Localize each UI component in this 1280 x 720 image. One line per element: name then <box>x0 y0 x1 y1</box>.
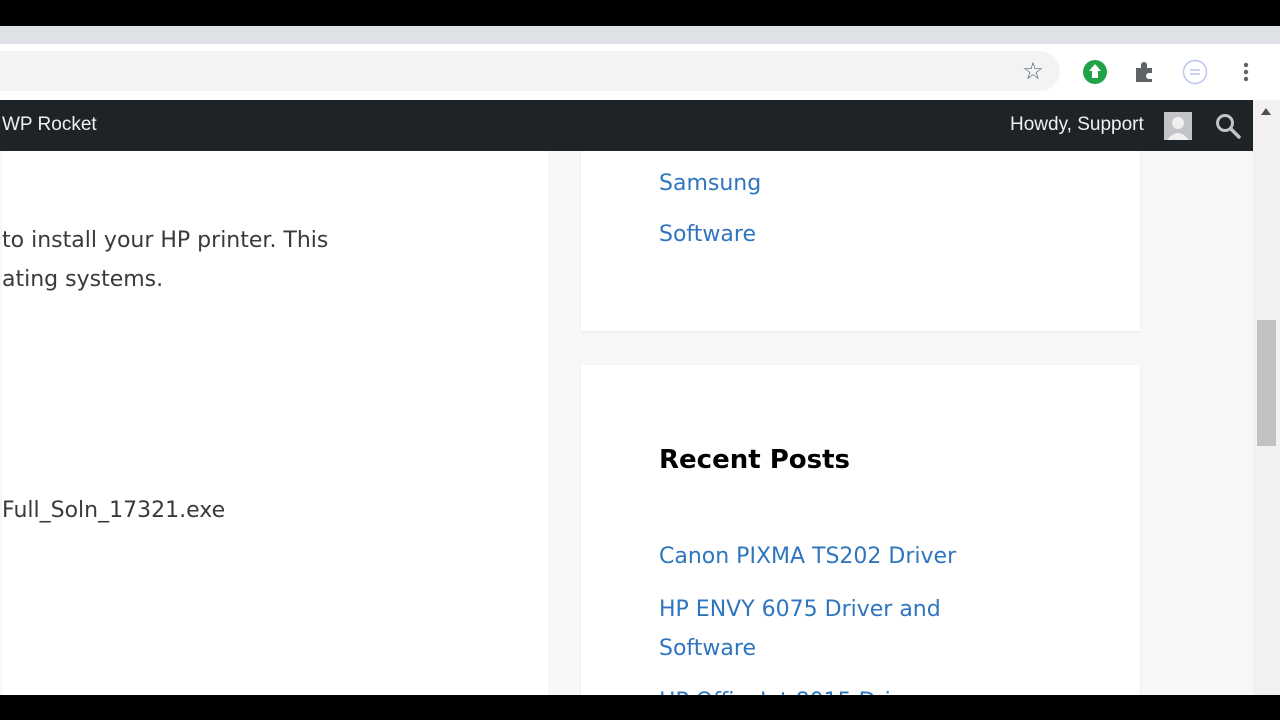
browser-tab-strip <box>0 26 1280 44</box>
recent-post-link[interactable]: Canon PIXMA TS202 Driver <box>659 537 956 576</box>
scrollbar[interactable] <box>1253 100 1280 695</box>
recent-post-link-continued[interactable]: Software <box>659 629 756 668</box>
puzzle-icon[interactable] <box>1132 59 1158 85</box>
screen-top-border <box>0 0 1280 26</box>
admin-bar-wp-rocket[interactable]: WP Rocket <box>2 114 97 136</box>
category-link-samsung[interactable]: Samsung <box>659 164 761 203</box>
categories-widget: Samsung Software <box>581 151 1140 331</box>
recent-posts-title: Recent Posts <box>659 445 850 475</box>
avatar[interactable] <box>1164 112 1192 140</box>
recent-posts-widget: Recent Posts Canon PIXMA TS202 Driver HP… <box>581 365 1140 695</box>
paragraph-line-2: ating systems. <box>2 267 164 292</box>
search-icon[interactable] <box>1214 112 1242 140</box>
page-content: to install your HP printer. This ating s… <box>0 151 1253 695</box>
category-link-software[interactable]: Software <box>659 215 756 254</box>
scrollbar-thumb[interactable] <box>1257 320 1276 446</box>
more-menu-icon[interactable] <box>1234 59 1258 85</box>
admin-bar-howdy[interactable]: Howdy, Support <box>1010 114 1144 136</box>
recent-post-link[interactable]: HP ENVY 6075 Driver and <box>659 590 941 629</box>
screen-bottom-border <box>0 695 1280 720</box>
recent-post-link[interactable]: HP OfficeJet 8015 Driver <box>659 682 926 695</box>
download-filename: Full_Soln_17321.exe <box>2 498 226 523</box>
star-icon[interactable]: ☆ <box>1020 58 1046 84</box>
paragraph-line-1: to install your HP printer. This <box>2 228 329 253</box>
article-paragraph: to install your HP printer. This ating s… <box>2 221 328 299</box>
wp-admin-bar: WP Rocket Howdy, Support <box>0 100 1253 151</box>
address-bar[interactable] <box>0 51 1060 91</box>
main-article: to install your HP printer. This ating s… <box>2 151 548 695</box>
profile-icon[interactable] <box>1182 59 1208 85</box>
green-extension-icon[interactable] <box>1082 59 1108 85</box>
scroll-up-arrow-icon[interactable] <box>1261 108 1271 115</box>
browser-toolbar: ☆ <box>0 44 1280 100</box>
